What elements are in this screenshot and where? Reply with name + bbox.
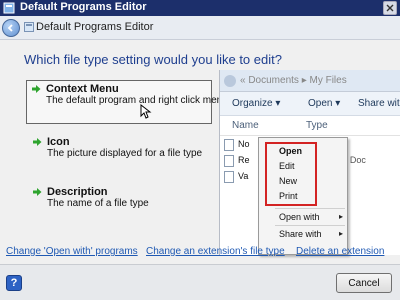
green-arrow-icon (33, 188, 42, 196)
nav-circle-icon (224, 75, 236, 87)
file-name: Va (238, 171, 249, 181)
context-menu-preview: Open Edit New Print Open with ▸ Share wi… (258, 137, 348, 255)
help-button[interactable]: ? (6, 275, 22, 291)
explorer-toolbar: Organize ▾ Open ▾ Share with (220, 92, 400, 116)
page-heading: Which file type setting would you like t… (24, 52, 282, 67)
file-icon (224, 155, 234, 167)
navigation-bar: Default Programs Editor (0, 16, 400, 40)
context-menu-item-new: New (279, 176, 298, 186)
green-arrow-icon (32, 85, 41, 93)
context-menu-item-open-with: Open with (279, 212, 320, 222)
help-icon: ? (10, 277, 18, 289)
submenu-arrow-icon: ▸ (338, 229, 343, 238)
column-header: Name Type (220, 116, 400, 136)
option-icon[interactable]: Icon The picture displayed for a file ty… (28, 134, 210, 178)
close-icon (386, 4, 394, 12)
green-arrow-icon (33, 138, 42, 146)
title-bar: Default Programs Editor (0, 0, 400, 16)
address-text: « Documents ▸ My Files (240, 75, 347, 86)
back-button[interactable] (2, 19, 20, 37)
column-name: Name (232, 120, 259, 131)
navbar-title: Default Programs Editor (36, 21, 154, 33)
organize-menu: Organize ▾ (232, 98, 281, 109)
close-button[interactable] (383, 1, 397, 15)
program-icon (24, 22, 34, 32)
change-open-with-link[interactable]: Change 'Open with' programs (6, 246, 138, 257)
context-menu-item-open: Open (279, 146, 303, 156)
context-menu-item-share-with: Share with (279, 229, 322, 239)
file-name: No (238, 139, 250, 149)
file-name: Re (238, 155, 250, 165)
context-menu-item-edit: Edit (279, 161, 295, 171)
option-title: Description (47, 186, 108, 198)
menu-divider (275, 208, 345, 209)
option-description-text: The name of a file type (47, 198, 149, 209)
share-menu: Share with (358, 98, 400, 109)
footer-bar: ? Cancel (0, 264, 400, 300)
delete-extension-link[interactable]: Delete an extension (296, 246, 384, 257)
back-arrow-icon (7, 24, 13, 32)
file-icon (224, 171, 234, 183)
option-description[interactable]: Description The name of a file type (28, 184, 210, 228)
window-title: Default Programs Editor (20, 1, 147, 13)
menu-divider (275, 225, 345, 226)
address-bar: « Documents ▸ My Files (220, 70, 400, 92)
mouse-cursor-icon (140, 104, 152, 119)
option-title: Icon (47, 136, 70, 148)
open-menu: Open ▾ (308, 98, 341, 109)
action-links: Change 'Open with' programs Change an ex… (0, 246, 400, 260)
column-type: Type (306, 120, 328, 131)
option-description: The default program and right click menu (46, 95, 228, 106)
submenu-arrow-icon: ▸ (338, 212, 343, 221)
default-programs-editor-window: Default Programs Editor Default Programs… (0, 0, 400, 300)
option-context-menu[interactable]: Context Menu The default program and rig… (26, 80, 228, 124)
app-icon (3, 2, 15, 14)
option-description: The picture displayed for a file type (47, 148, 203, 159)
context-menu-item-print: Print (279, 191, 298, 201)
file-icon (224, 139, 234, 151)
option-title: Context Menu (46, 83, 119, 95)
change-extension-file-type-link[interactable]: Change an extension's file type (146, 246, 285, 257)
cancel-button[interactable]: Cancel (336, 273, 392, 293)
